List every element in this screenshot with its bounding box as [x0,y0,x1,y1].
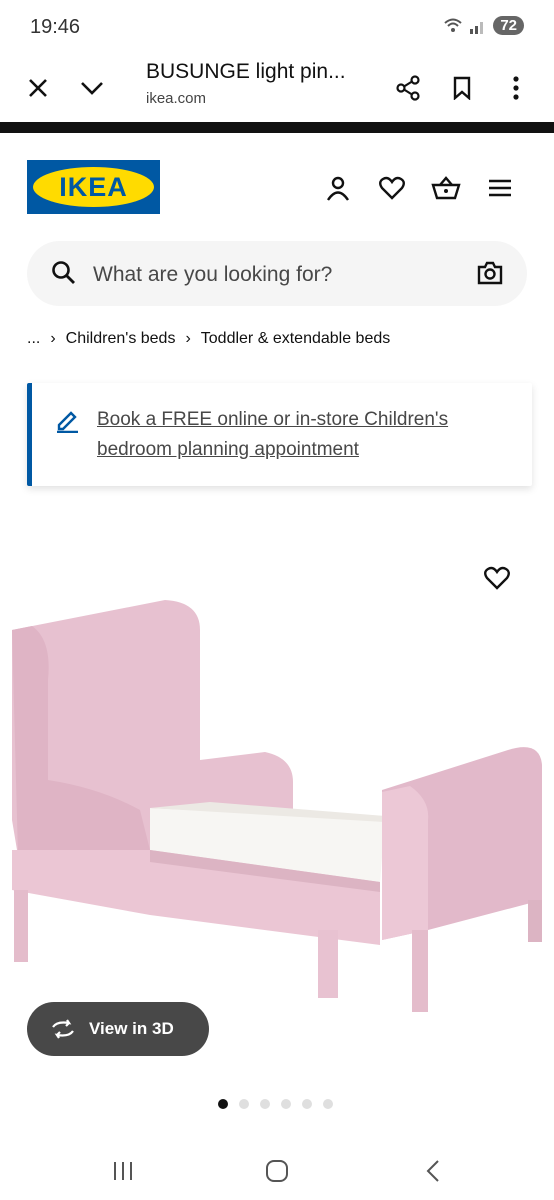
recent-apps-icon [114,1162,132,1180]
logo-oval: IKEA [33,167,154,207]
header-divider [0,122,554,133]
menu-icon [489,179,511,197]
tabs-dropdown-button[interactable] [70,66,114,110]
basket-button[interactable] [426,168,466,208]
status-icons: 72 [443,16,524,35]
carousel-dot[interactable] [260,1099,270,1109]
breadcrumb-separator-icon: › [50,330,56,347]
status-bar: 19:46 72 [0,0,554,56]
signal-icon [470,21,484,34]
close-button[interactable] [16,66,60,110]
edit-icon [57,411,78,433]
page-title: BUSUNGE light pin... [146,60,346,83]
logo-text: IKEA [59,171,128,202]
carousel-dot[interactable] [323,1099,333,1109]
chevron-down-icon [81,82,103,95]
carousel-dot[interactable] [281,1099,291,1109]
carousel-dot[interactable] [218,1099,228,1109]
product-image[interactable] [0,520,554,1080]
rotate-icon [52,1019,74,1039]
breadcrumb-item[interactable]: Children's beds [66,330,176,348]
home-button[interactable] [260,1156,294,1186]
search-bar[interactable] [27,241,527,308]
page-url[interactable]: ikea.com [146,90,206,107]
battery-indicator: 72 [493,16,524,35]
search-input[interactable] [91,241,465,308]
product-bed-illustration [12,600,542,1012]
planning-appointment-banner[interactable]: Book a FREE online or in-store Children'… [27,383,532,486]
carousel-dot[interactable] [302,1099,312,1109]
profile-icon [327,176,349,201]
heart-icon [484,566,510,590]
breadcrumb-separator-icon: › [185,330,191,347]
more-icon [513,76,519,100]
view-in-3d-button[interactable]: View in 3D [27,1002,209,1056]
breadcrumb: ... › Children's beds › Toddler & extend… [27,330,390,348]
bookmark-button[interactable] [440,66,484,110]
add-to-favourites-button[interactable] [484,566,510,595]
back-button[interactable] [416,1156,450,1186]
view-in-3d-label: View in 3D [89,1019,174,1038]
image-carousel-indicator [218,1099,333,1109]
camera-icon[interactable] [477,261,503,285]
home-icon [266,1160,288,1182]
breadcrumb-item[interactable]: Toddler & extendable beds [201,330,390,348]
favourites-button[interactable] [372,168,412,208]
close-icon [29,79,47,97]
breadcrumb-ellipsis[interactable]: ... [27,330,40,348]
planning-appointment-link[interactable]: Book a FREE online or in-store Children'… [97,405,517,465]
heart-icon [379,176,405,200]
search-icon [52,261,75,284]
recent-apps-button[interactable] [106,1156,140,1186]
carousel-dot[interactable] [239,1099,249,1109]
ikea-logo[interactable]: IKEA [27,160,160,214]
share-icon [396,75,420,101]
bookmark-icon [453,76,471,100]
share-button[interactable] [386,66,430,110]
status-time: 19:46 [30,16,81,38]
profile-button[interactable] [318,168,358,208]
basket-icon [431,176,461,200]
system-navigation-bar [0,1140,554,1200]
menu-button[interactable] [480,168,520,208]
back-icon [426,1160,439,1182]
more-options-button[interactable] [494,66,538,110]
wifi-icon [444,18,462,32]
